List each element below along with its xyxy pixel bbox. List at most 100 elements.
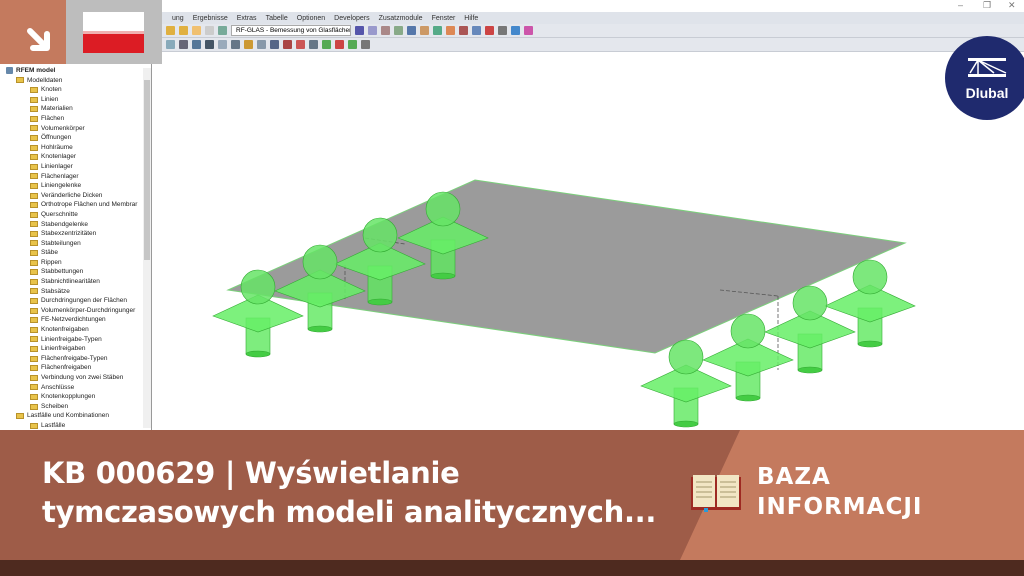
tree-item[interactable]: Linien	[0, 95, 151, 105]
menu-item[interactable]: Optionen	[297, 15, 325, 22]
tree-item[interactable]: FE-Netzverdichtungen	[0, 315, 151, 325]
tool-icon[interactable]	[472, 26, 481, 35]
tree-item[interactable]: Linienfreigabe-Typen	[0, 335, 151, 345]
folder-icon	[30, 317, 38, 324]
title-banner: KB 000629 | Wyświetlanie tymczasowych mo…	[0, 430, 1024, 560]
tool-icon[interactable]	[381, 26, 390, 35]
tree-item[interactable]: Modelldaten	[0, 76, 151, 86]
tree-item[interactable]: Volumenkörper	[0, 124, 151, 134]
tool-icon[interactable]	[231, 40, 240, 49]
module-icon[interactable]	[218, 26, 227, 35]
table-icon[interactable]	[205, 26, 214, 35]
tool-icon[interactable]	[270, 40, 279, 49]
restore-button[interactable]: ❐	[983, 0, 991, 11]
tool-icon[interactable]	[218, 40, 227, 49]
menu-item[interactable]: Developers	[334, 15, 369, 22]
model-icon	[6, 67, 13, 75]
tool-icon[interactable]	[407, 26, 416, 35]
tool-icon[interactable]	[205, 40, 214, 49]
tree-item[interactable]: Knotenfreigaben	[0, 325, 151, 335]
tree-item[interactable]: Querschnitte	[0, 210, 151, 220]
tree-item[interactable]: Flächenlager	[0, 172, 151, 182]
tree-item[interactable]: Orthotrope Flächen und Membrar	[0, 200, 151, 210]
tree-item[interactable]: Linienlager	[0, 162, 151, 172]
3d-viewport[interactable]	[153, 52, 1024, 430]
tool-icon[interactable]	[296, 40, 305, 49]
tree-item[interactable]: Hohlräume	[0, 143, 151, 153]
tree-item-label: Knotenfreigaben	[41, 326, 89, 334]
tree-item[interactable]: Knotenkopplungen	[0, 392, 151, 402]
next-icon[interactable]	[368, 26, 377, 35]
tree-item[interactable]: Flächenfreigabe-Typen	[0, 354, 151, 364]
tool-icon[interactable]	[309, 40, 318, 49]
category-line-1: BAZA	[757, 464, 831, 490]
tool-icon[interactable]	[433, 26, 442, 35]
tree-item[interactable]: Stabnichtlinearitäten	[0, 277, 151, 287]
tree-item[interactable]: Verbindung von zwei Stäben	[0, 373, 151, 383]
menu-item[interactable]: Hilfe	[464, 15, 478, 22]
tree-item[interactable]: Knoten	[0, 85, 151, 95]
minimize-button[interactable]: –	[958, 0, 963, 10]
tree-item-label: Hohlräume	[41, 143, 73, 151]
title-line-2: tymczasowych modeli analitycznych...	[42, 495, 657, 529]
tree-item[interactable]: Stabendgelenke	[0, 220, 151, 230]
view-icon[interactable]	[192, 26, 201, 35]
tool-icon[interactable]	[244, 40, 253, 49]
tree-item[interactable]: Knotenlager	[0, 152, 151, 162]
tree-root[interactable]: RFEM model	[0, 66, 151, 76]
tool-icon[interactable]	[420, 26, 429, 35]
tree-item[interactable]: Scheiben	[0, 402, 151, 412]
tree-item[interactable]: Durchdringungen der Flächen	[0, 296, 151, 306]
tree-item-label: Stabnichtlinearitäten	[41, 278, 100, 286]
tool-icon[interactable]	[459, 26, 468, 35]
menu-item[interactable]: ung	[172, 15, 184, 22]
menu-item[interactable]: Zusatzmodule	[379, 15, 423, 22]
tree-scrollbar[interactable]	[143, 68, 151, 428]
menu-item[interactable]: Tabelle	[266, 15, 288, 22]
tool-icon[interactable]	[511, 26, 520, 35]
menu-item[interactable]: Ergebnisse	[193, 15, 228, 22]
tool-icon[interactable]	[166, 40, 175, 49]
tree-item-label: Linien	[41, 95, 59, 103]
tool-icon[interactable]	[361, 40, 370, 49]
tree-item[interactable]: Rippen	[0, 258, 151, 268]
tool-icon[interactable]	[446, 26, 455, 35]
tree-item[interactable]: Flächenfreigaben	[0, 363, 151, 373]
menu-item[interactable]: Fenster	[432, 15, 456, 22]
tool-icon[interactable]	[394, 26, 403, 35]
tool-icon[interactable]	[498, 26, 507, 35]
tool-icon[interactable]	[192, 40, 201, 49]
folder-icon[interactable]	[179, 26, 188, 35]
tree-item[interactable]: Stabsätze	[0, 287, 151, 297]
tool-icon[interactable]	[179, 40, 188, 49]
tree-item[interactable]: Lastfälle und Kombinationen	[0, 411, 151, 421]
scrollbar-thumb[interactable]	[144, 80, 150, 260]
tree-item[interactable]: Stäbe	[0, 248, 151, 258]
tool-icon[interactable]	[322, 40, 331, 49]
module-select[interactable]: RF-GLAS - Bemessung von Glasflächen	[231, 25, 351, 36]
tree-item[interactable]: Volumenkörper-Durchdringunger	[0, 306, 151, 316]
tree-item[interactable]: Flächen	[0, 114, 151, 124]
tool-icon[interactable]	[348, 40, 357, 49]
tree-item[interactable]: Anschlüsse	[0, 383, 151, 393]
tree-item[interactable]: Materialien	[0, 104, 151, 114]
menu-item[interactable]: Extras	[237, 15, 257, 22]
tool-icon[interactable]	[524, 26, 533, 35]
tree-item[interactable]: Stabbettungen	[0, 267, 151, 277]
tree-item[interactable]: Liniengelenke	[0, 181, 151, 191]
tree-item-label: Querschnitte	[41, 210, 78, 218]
tree-item[interactable]: Linienfreigaben	[0, 344, 151, 354]
tree-item[interactable]: Stabexzentrizitäten	[0, 229, 151, 239]
tool-icon[interactable]	[335, 40, 344, 49]
tree-item[interactable]: Öffnungen	[0, 133, 151, 143]
tool-icon[interactable]	[485, 26, 494, 35]
open-icon[interactable]	[166, 26, 175, 35]
tree-item[interactable]: Stabteilungen	[0, 239, 151, 249]
tool-icon[interactable]	[283, 40, 292, 49]
prev-icon[interactable]	[355, 26, 364, 35]
tool-icon[interactable]	[257, 40, 266, 49]
tree-item[interactable]: Veränderliche Dicken	[0, 191, 151, 201]
folder-icon	[30, 298, 38, 305]
tree-item-label: Stabendgelenke	[41, 220, 88, 228]
close-button[interactable]: ✕	[1008, 0, 1016, 11]
